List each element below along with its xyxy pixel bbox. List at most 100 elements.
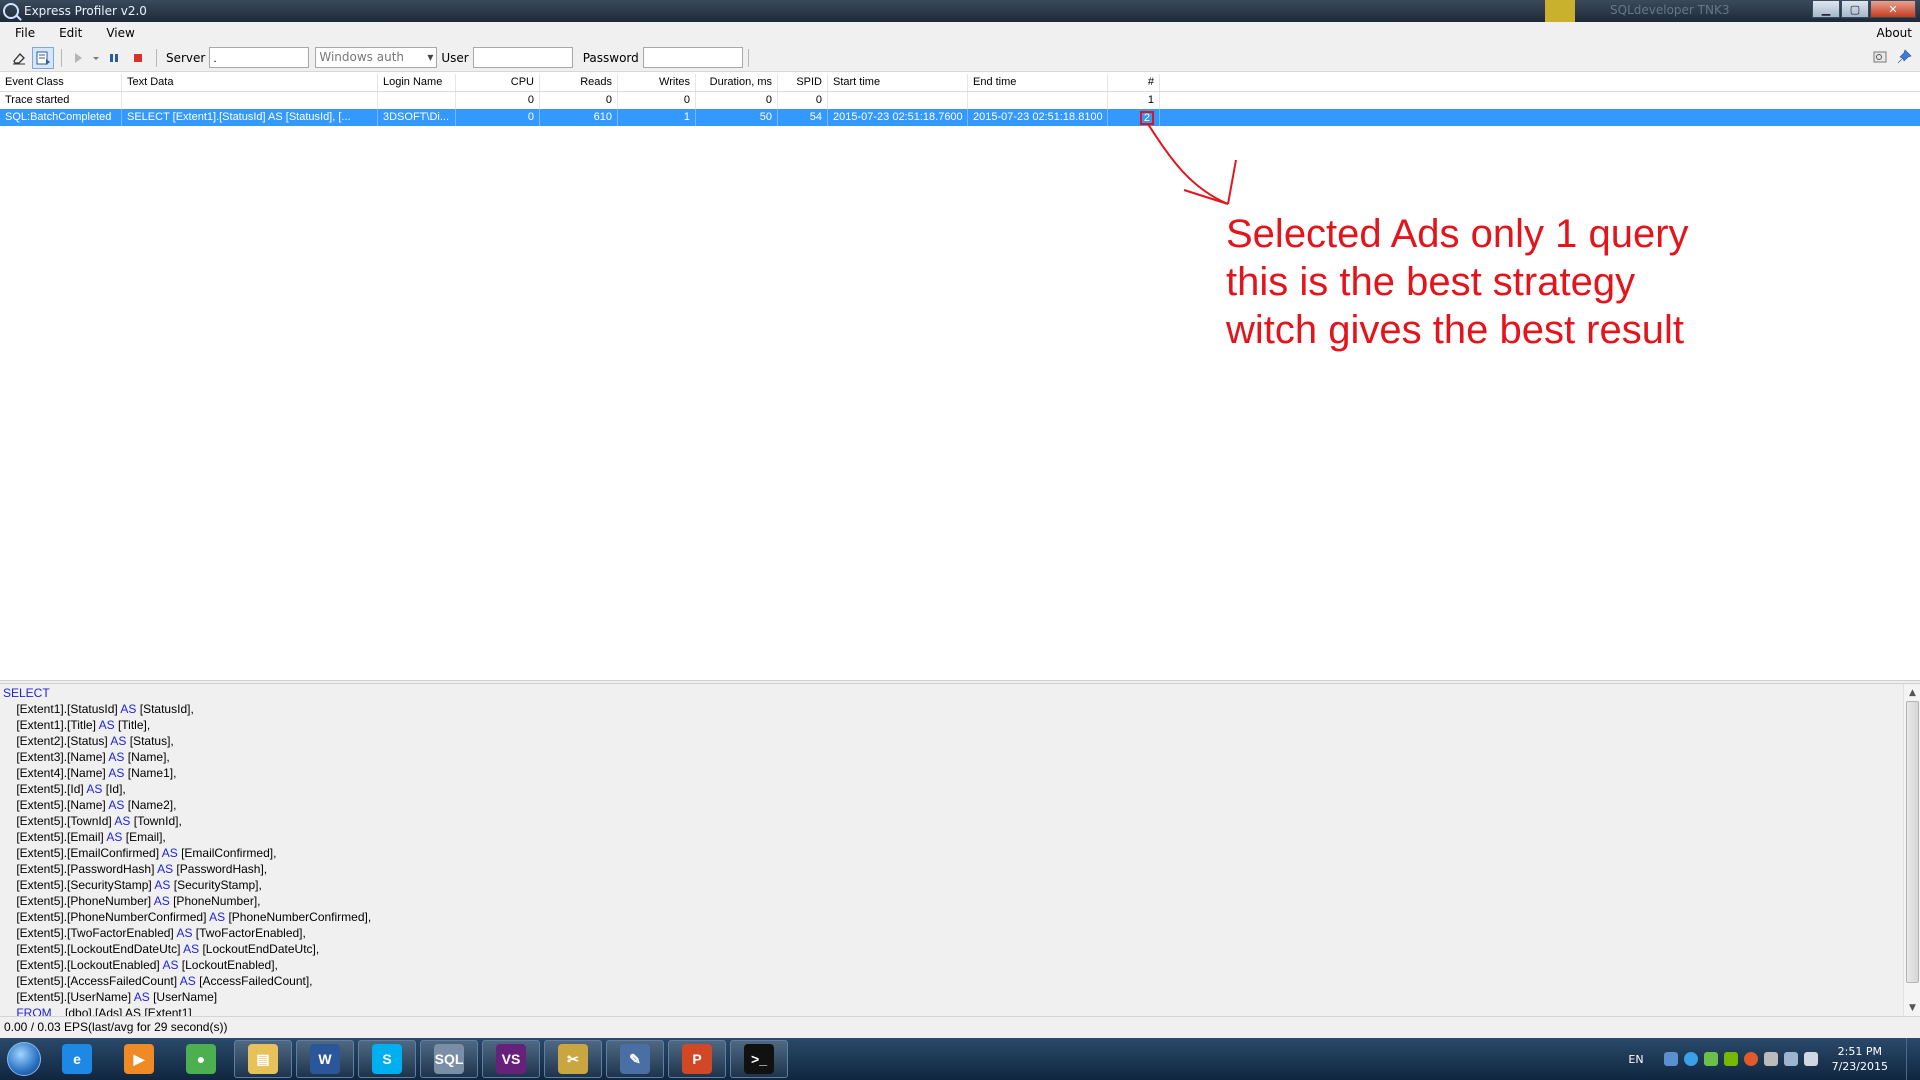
sql-keyword: AS: [114, 814, 131, 828]
taskbar-app-powerpoint[interactable]: P: [668, 1040, 726, 1078]
taskbar-app-console[interactable]: >_: [730, 1040, 788, 1078]
console-icon: >_: [744, 1044, 774, 1074]
sql-token: [Id],: [102, 782, 126, 796]
sql-token: [Extent5].[TownId]: [3, 814, 115, 828]
taskbar-app-sql-profiler[interactable]: SQL: [420, 1040, 478, 1078]
help-icon[interactable]: [1683, 1052, 1698, 1066]
sql-line: [Extent5].[EmailConfirmed] AS [EmailConf…: [3, 845, 371, 861]
taskbar-app-tools[interactable]: ✂: [544, 1040, 602, 1078]
sql-keyword: AS: [86, 782, 103, 796]
taskbar-app-word[interactable]: W: [296, 1040, 354, 1078]
sql-keyword: AS: [106, 830, 123, 844]
sql-keyword: AS: [133, 990, 150, 1004]
sql-token: [Extent5].[PasswordHash]: [3, 862, 158, 876]
start-options-dropdown[interactable]: [91, 47, 101, 69]
events-grid[interactable]: Event Class Text Data Login Name CPU Rea…: [0, 74, 1920, 680]
column-header-text-data[interactable]: Text Data: [122, 74, 378, 91]
server-input[interactable]: [209, 47, 310, 68]
cell-cpu: 0: [456, 92, 540, 109]
sql-text-panel[interactable]: SELECT [Extent1].[StatusId] AS [StatusId…: [0, 684, 1920, 1016]
taskbar-app-editor[interactable]: ✎: [606, 1040, 664, 1078]
show-desktop-button[interactable]: [1906, 1038, 1920, 1080]
start-button[interactable]: [0, 1038, 48, 1080]
internet-explorer-icon: e: [62, 1044, 92, 1074]
network-icon[interactable]: [1783, 1052, 1798, 1066]
taskbar-app-file-explorer[interactable]: ▤: [234, 1040, 292, 1078]
start-trace-button[interactable]: [67, 47, 89, 69]
sql-keyword: AS: [154, 878, 171, 892]
column-header-duration[interactable]: Duration, ms: [696, 74, 778, 91]
column-header-writes[interactable]: Writes: [618, 74, 696, 91]
minimize-button[interactable]: ▁: [1812, 0, 1840, 18]
sql-token: [dbo].[Ads] AS [Extent1]: [51, 1006, 192, 1016]
chat-icon[interactable]: [1663, 1052, 1678, 1066]
powerpoint-icon: P: [682, 1044, 712, 1074]
column-header-cpu[interactable]: CPU: [456, 74, 540, 91]
pause-trace-button[interactable]: [103, 47, 125, 69]
scroll-thumb[interactable]: [1906, 701, 1919, 983]
taskbar-app-chrome[interactable]: ●: [172, 1040, 230, 1078]
password-input[interactable]: [642, 47, 743, 68]
play-icon: [75, 52, 82, 63]
column-header-start-time[interactable]: Start time: [828, 74, 968, 91]
sql-scrollbar[interactable]: ▲ ▼: [1903, 684, 1920, 1016]
maximize-button[interactable]: ▢: [1841, 0, 1869, 18]
menu-about[interactable]: About: [1877, 26, 1912, 40]
sql-token: [Name2],: [124, 798, 177, 812]
chevron-down-icon: [93, 56, 99, 60]
column-header-end-time[interactable]: End time: [968, 74, 1108, 91]
taskbar-app-skype[interactable]: S: [358, 1040, 416, 1078]
media-player-icon: ▶: [124, 1044, 154, 1074]
taskbar: e ▶ ● ▤ W S SQL VS ✂ ✎ P >_ EN 2:51 PM 7/23/2015: [0, 1038, 1920, 1080]
menu-file[interactable]: File: [0, 26, 44, 40]
clock[interactable]: 2:51 PM 7/23/2015: [1832, 1044, 1888, 1074]
scroll-up-icon[interactable]: ▲: [1904, 684, 1920, 701]
sql-token: [Extent5].[EmailConfirmed]: [3, 846, 162, 860]
pin-icon[interactable]: [1896, 49, 1912, 65]
windows-logo-icon: [7, 1042, 41, 1076]
sql-keyword: AS: [110, 734, 127, 748]
nvidia-icon[interactable]: [1723, 1052, 1738, 1066]
auth-select[interactable]: Windows auth: [315, 47, 438, 68]
menu-edit[interactable]: Edit: [44, 26, 91, 40]
sql-line: [Extent5].[Email] AS [Email],: [3, 829, 371, 845]
sql-line: [Extent5].[PhoneNumber] AS [PhoneNumber]…: [3, 893, 371, 909]
app-tray-icon[interactable]: [1743, 1052, 1758, 1066]
sql-token: [Extent3].[Name]: [3, 750, 109, 764]
language-indicator[interactable]: EN: [1628, 1053, 1643, 1066]
user-input[interactable]: [472, 47, 573, 68]
column-header-number[interactable]: #: [1108, 74, 1160, 91]
sql-token: [Extent1].[Title]: [3, 718, 99, 732]
taskbar-app-internet-explorer[interactable]: e: [48, 1040, 106, 1078]
sql-keyword: AS: [176, 926, 193, 940]
sql-line: [Extent5].[UserName] AS [UserName]: [3, 989, 371, 1005]
scroll-down-icon[interactable]: ▼: [1904, 999, 1920, 1016]
sql-line: [Extent5].[PasswordHash] AS [PasswordHas…: [3, 861, 371, 877]
clear-trace-button[interactable]: [8, 47, 30, 69]
find-icon[interactable]: [1872, 49, 1888, 65]
taskbar-app-media-player[interactable]: ▶: [110, 1040, 168, 1078]
sql-token: [LockoutEndDateUtc],: [199, 942, 320, 956]
close-button[interactable]: ✕: [1870, 0, 1916, 18]
table-row[interactable]: Trace started 0 0 0 0 0 1: [0, 92, 1920, 109]
column-header-reads[interactable]: Reads: [540, 74, 618, 91]
cell-spid: 0: [778, 92, 828, 109]
column-header-spid[interactable]: SPID: [778, 74, 828, 91]
menu-view[interactable]: View: [91, 26, 143, 40]
security-icon[interactable]: [1703, 1052, 1718, 1066]
cell-event-class: Trace started: [0, 92, 122, 109]
toolbar-separator: [61, 48, 62, 67]
column-header-login-name[interactable]: Login Name: [378, 74, 456, 91]
autoscroll-button[interactable]: [32, 46, 54, 69]
volume-icon[interactable]: [1803, 1052, 1818, 1066]
stop-trace-button[interactable]: [127, 47, 149, 69]
clock-time: 2:51 PM: [1837, 1045, 1882, 1058]
flag-icon[interactable]: [1763, 1052, 1778, 1066]
sql-keyword: AS: [108, 766, 125, 780]
taskbar-app-visual-studio[interactable]: VS: [482, 1040, 540, 1078]
column-header-event-class[interactable]: Event Class: [0, 74, 122, 91]
sql-token: [Extent5].[Id]: [3, 782, 87, 796]
table-row-selected[interactable]: SQL:BatchCompleted SELECT [Extent1].[Sta…: [0, 109, 1920, 126]
sql-token: [Extent5].[LockoutEnabled]: [3, 958, 163, 972]
annotation-arrow: [1147, 123, 1237, 205]
